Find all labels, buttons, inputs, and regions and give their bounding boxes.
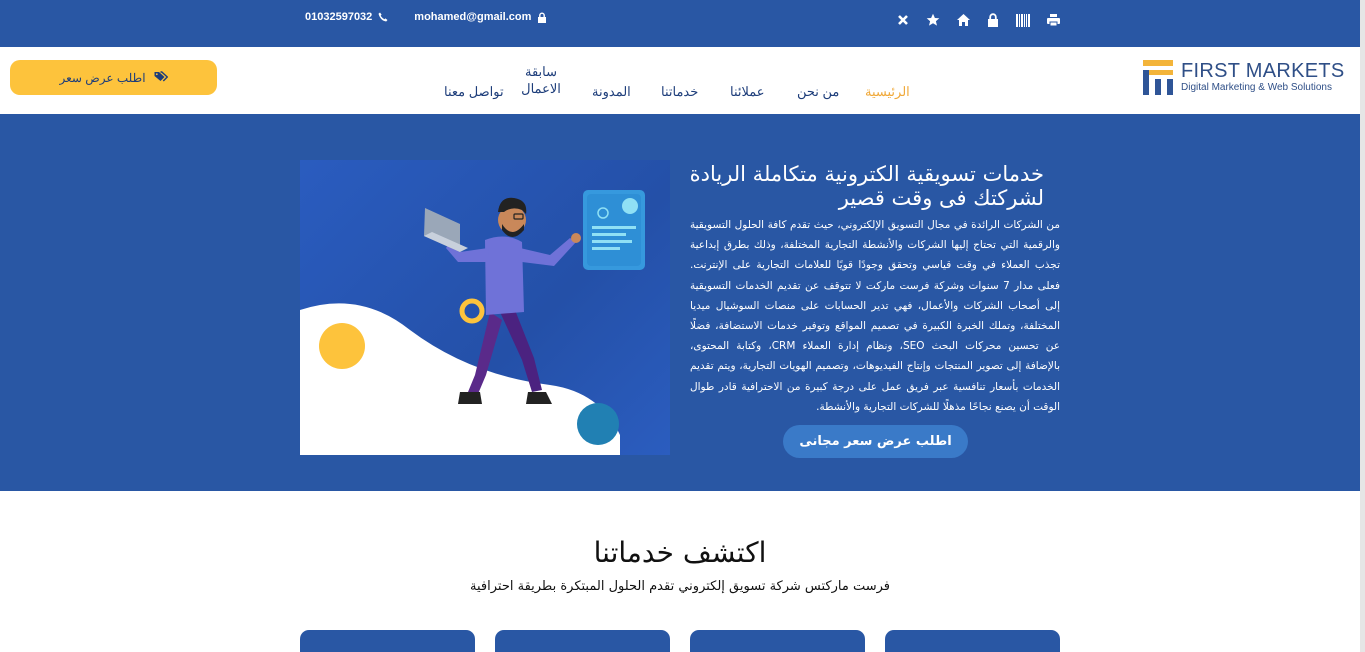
service-card[interactable] [300, 630, 475, 652]
nav-portfolio-line1: سابقة [524, 64, 558, 79]
nav-clients[interactable]: عملائنا [730, 83, 765, 100]
services-subtitle: فرست ماركتس شركة تسويق إلكتروني تقدم الح… [470, 579, 890, 594]
phone-icon [378, 12, 388, 22]
tags-icon [154, 70, 168, 85]
hero-illustration [300, 160, 670, 455]
nav-contact[interactable]: تواصل معنا [444, 83, 504, 100]
services-title: اكتشف خدماتنا [593, 536, 767, 569]
phone-number[interactable]: 01032597032 [305, 11, 372, 23]
lock-icon [537, 12, 547, 23]
print-icon[interactable] [1045, 12, 1061, 28]
logo-mark-icon [1143, 60, 1173, 95]
service-card[interactable] [885, 630, 1060, 652]
logo-tagline: Digital Marketing & Web Solutions [1181, 81, 1332, 93]
logo-title: FIRST MARKETS [1181, 59, 1345, 82]
lock-icon[interactable] [985, 12, 1001, 28]
home-icon[interactable] [955, 12, 971, 28]
star-icon[interactable] [925, 12, 941, 28]
service-card[interactable] [690, 630, 865, 652]
request-quote-button[interactable]: اطلب عرض سعر [10, 60, 217, 95]
nav-services[interactable]: خدماتنا [661, 83, 698, 100]
email-address[interactable]: mohamed@gmail.com [414, 11, 531, 23]
scrollbar[interactable] [1360, 0, 1365, 652]
contact-info: 01032597032 mohamed@gmail.com [305, 11, 547, 23]
nav-portfolio-line2: الاعمال [521, 81, 561, 96]
hero-description: من الشركات الرائدة في مجال التسويق الإلك… [690, 219, 1060, 413]
barcode-icon[interactable] [1015, 12, 1031, 28]
hero-section: خدمات تسويقية الكترونية متكاملة الريادة … [0, 114, 1360, 491]
nav-blog[interactable]: المدونة [592, 83, 631, 100]
nav-portfolio[interactable]: سابقة الاعمال [520, 63, 562, 97]
top-icons [895, 12, 1061, 28]
main-nav: تواصل معنا سابقة الاعمال المدونة خدماتنا… [440, 47, 920, 114]
close-icon[interactable] [895, 12, 911, 28]
nav-home[interactable]: الرئيسية [865, 83, 910, 100]
hero-title: خدمات تسويقية الكترونية متكاملة الريادة … [689, 162, 1044, 210]
nav-about[interactable]: من نحن [797, 83, 839, 100]
header: اطلب عرض سعر تواصل معنا سابقة الاعمال ال… [0, 47, 1360, 114]
request-quote-label: اطلب عرض سعر [59, 70, 146, 85]
brand-logo[interactable]: FIRST MARKETS Digital Marketing & Web So… [1143, 60, 1345, 95]
free-quote-button[interactable]: اطلب عرض سعر مجانى [783, 425, 968, 458]
service-card[interactable] [495, 630, 670, 652]
top-bar: 01032597032 mohamed@gmail.com [0, 0, 1360, 47]
